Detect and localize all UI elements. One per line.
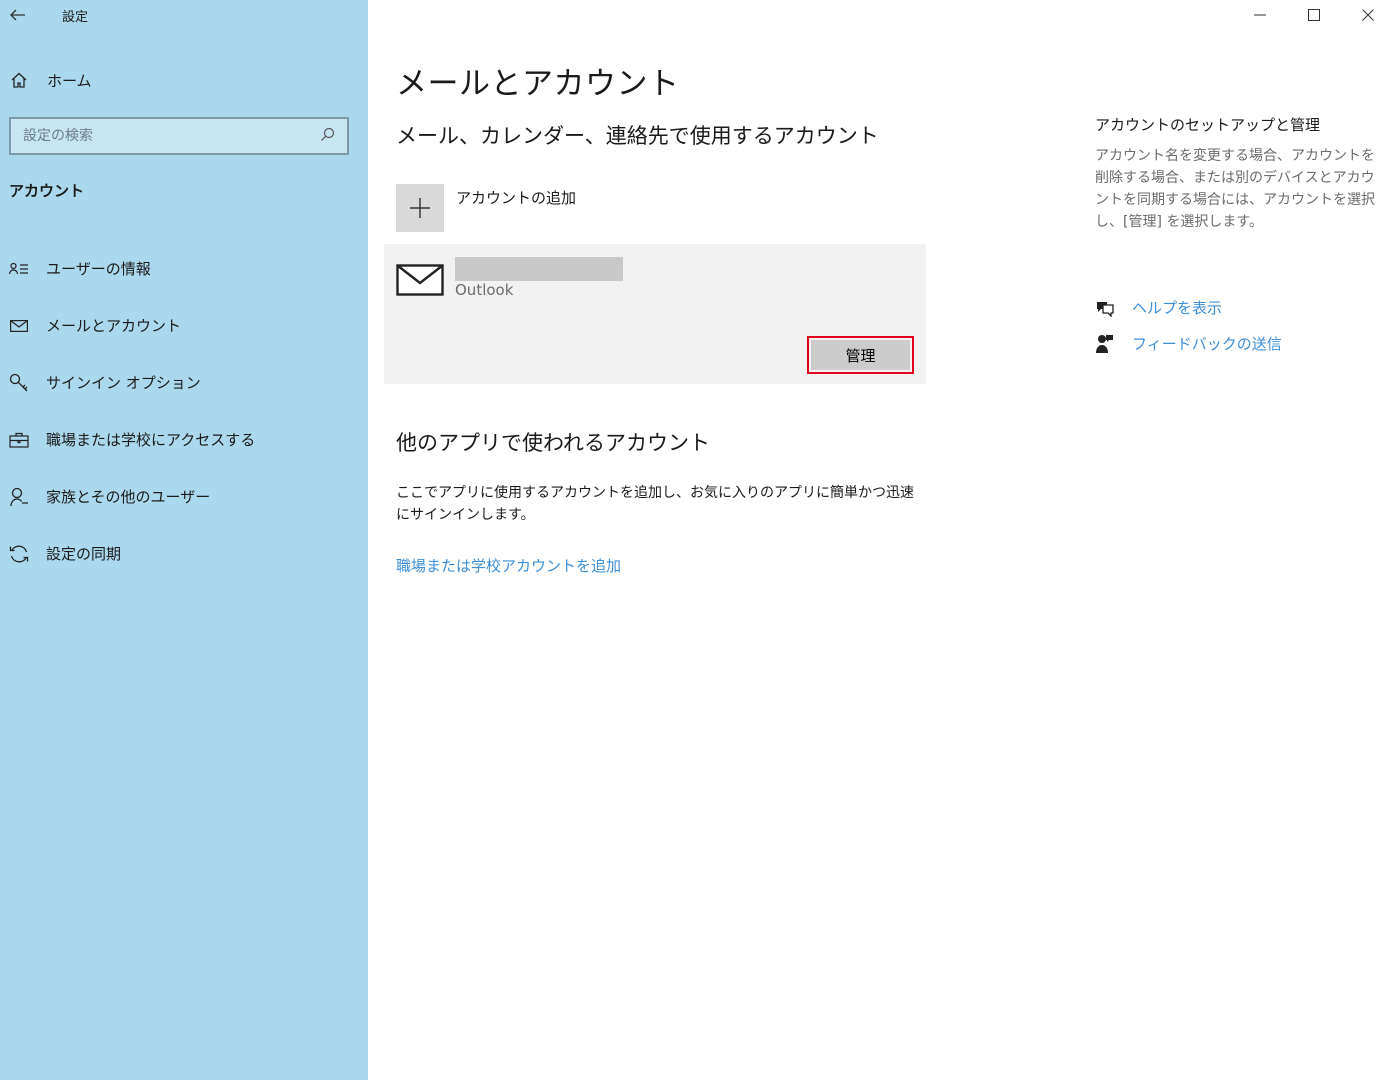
sidebar-item-label: 設定の同期 [46, 545, 122, 563]
section-heading-email-accounts: メール、カレンダー、連絡先で使用するアカウント [396, 124, 879, 148]
rail-description: アカウント名を変更する場合、アカウントを削除する場合、または別のデバイスとアカウ… [1095, 148, 1375, 230]
close-icon [1362, 9, 1374, 21]
page-title: メールとアカウント [396, 66, 680, 102]
sidebar-item-label: サインイン オプション [46, 374, 201, 392]
manage-highlight-box: 管理 [807, 336, 914, 374]
plus-icon [410, 198, 430, 218]
sidebar-item-home[interactable]: ホーム [0, 62, 368, 98]
close-button[interactable] [1341, 0, 1395, 30]
send-feedback-link[interactable]: フィードバックの送信 [1095, 333, 1282, 354]
search-icon[interactable] [320, 127, 335, 146]
account-provider: Outlook [455, 281, 514, 299]
sidebar-item-user-info[interactable]: ユーザーの情報 [0, 240, 368, 297]
add-work-school-link[interactable]: 職場または学校アカウントを追加 [396, 555, 621, 576]
sidebar: 設定 ホーム アカウント ユーザーの情報 メールとアカウント [0, 0, 368, 1080]
minimize-icon [1254, 14, 1266, 16]
account-email-redacted [455, 257, 623, 281]
account-card-outlook[interactable]: Outlook 管理 [384, 244, 926, 384]
sidebar-item-signin-options[interactable]: サインイン オプション [0, 354, 368, 411]
get-help-label: ヘルプを表示 [1132, 299, 1223, 317]
sidebar-item-label: ユーザーの情報 [46, 260, 151, 278]
sidebar-item-mail-accounts[interactable]: メールとアカウント [0, 297, 368, 354]
app-title: 設定 [62, 9, 89, 25]
maximize-icon [1308, 9, 1320, 21]
minimize-button[interactable] [1233, 0, 1287, 30]
person-icon [8, 486, 30, 508]
sidebar-item-sync[interactable]: 設定の同期 [0, 525, 368, 582]
feedback-icon [1095, 334, 1115, 354]
title-bar: 設定 [0, 0, 368, 30]
mail-icon [8, 315, 30, 337]
send-feedback-label: フィードバックの送信 [1132, 335, 1282, 353]
add-account-button[interactable]: アカウントの追加 [396, 184, 576, 232]
sidebar-item-label: 家族とその他のユーザー [46, 488, 211, 506]
add-account-tile [396, 184, 444, 232]
back-arrow-icon [10, 9, 25, 21]
search-input[interactable] [23, 128, 303, 144]
help-chat-icon [1095, 298, 1115, 318]
home-label: ホーム [47, 71, 92, 90]
section-label: アカウント [9, 182, 85, 200]
sidebar-item-work-school[interactable]: 職場または学校にアクセスする [0, 411, 368, 468]
window-controls [1233, 0, 1395, 30]
maximize-button[interactable] [1287, 0, 1341, 30]
briefcase-icon [8, 429, 30, 451]
home-icon [9, 70, 29, 90]
search-box[interactable] [9, 117, 349, 155]
other-apps-description: ここでアプリに使用するアカウントを追加し、お気に入りのアプリに簡単かつ迅速にサイ… [396, 485, 914, 523]
add-account-label: アカウントの追加 [456, 189, 577, 207]
main-content: メールとアカウント メール、カレンダー、連絡先で使用するアカウント アカウントの… [368, 0, 1395, 1080]
back-button[interactable] [0, 1, 36, 29]
sync-icon [8, 543, 30, 565]
sidebar-item-family[interactable]: 家族とその他のユーザー [0, 468, 368, 525]
sidebar-nav: ユーザーの情報 メールとアカウント サインイン オプション 職場または学校にアク… [0, 240, 368, 582]
envelope-icon [396, 264, 444, 300]
rail-title: アカウントのセットアップと管理 [1095, 116, 1321, 134]
section-heading-other-apps: 他のアプリで使われるアカウント [396, 431, 710, 455]
sidebar-item-label: メールとアカウント [46, 317, 182, 335]
manage-button[interactable]: 管理 [811, 340, 910, 370]
key-icon [8, 372, 30, 394]
user-info-icon [8, 258, 30, 280]
get-help-link[interactable]: ヘルプを表示 [1095, 297, 1222, 318]
sidebar-item-label: 職場または学校にアクセスする [46, 431, 256, 449]
